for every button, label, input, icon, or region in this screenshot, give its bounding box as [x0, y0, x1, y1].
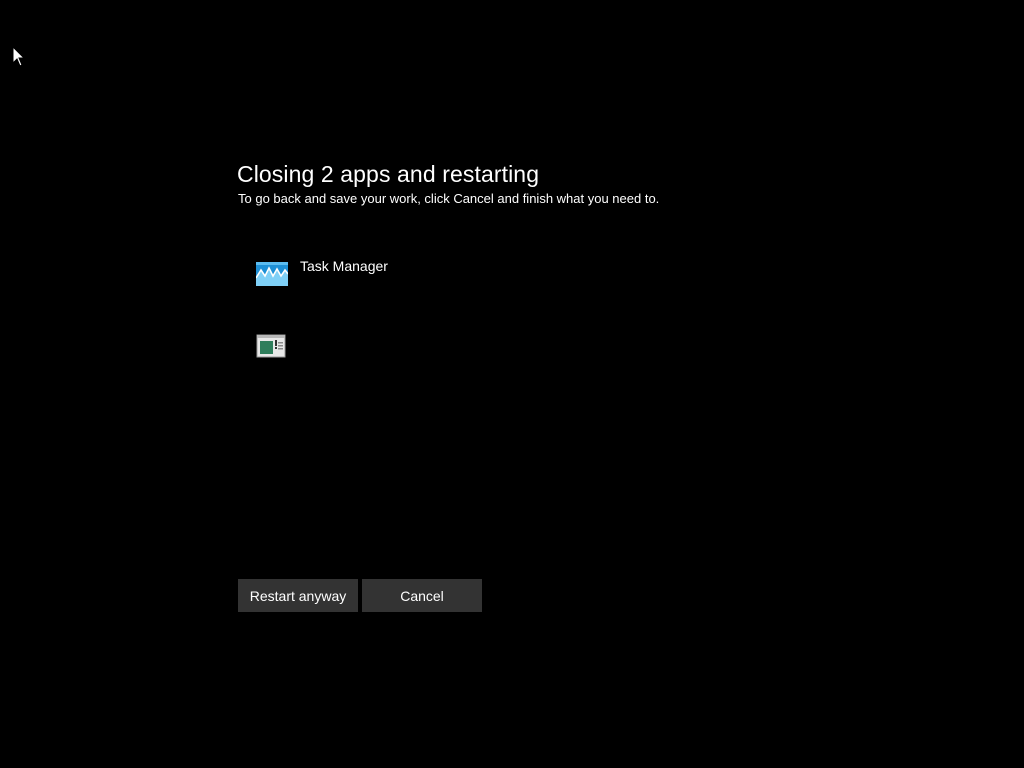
app-name-task-manager: Task Manager [300, 258, 388, 274]
shutdown-screen: Closing 2 apps and restarting To go back… [0, 0, 1024, 768]
page-subtitle: To go back and save your work, click Can… [238, 191, 660, 206]
mouse-pointer-icon [12, 46, 26, 67]
app-window-icon [256, 334, 286, 358]
restart-anyway-button[interactable]: Restart anyway [238, 579, 358, 612]
task-manager-icon [256, 262, 288, 286]
restart-dialog: Closing 2 apps and restarting To go back… [237, 158, 797, 207]
list-item [256, 330, 388, 402]
list-item: Task Manager [256, 258, 388, 330]
page-title: Closing 2 apps and restarting [237, 161, 540, 187]
closing-apps-list: Task Manager [256, 258, 388, 402]
cancel-button[interactable]: Cancel [362, 579, 482, 612]
dialog-actions: Restart anyway Cancel [238, 579, 482, 612]
